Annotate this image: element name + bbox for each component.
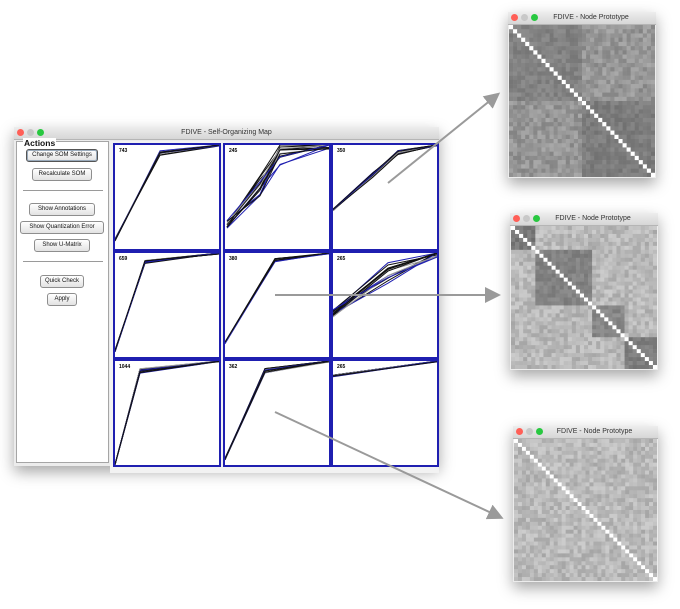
arrow-to-prototype-1 — [387, 92, 501, 184]
arrow-to-prototype-3 — [274, 411, 504, 520]
connector-arrows — [274, 92, 504, 520]
